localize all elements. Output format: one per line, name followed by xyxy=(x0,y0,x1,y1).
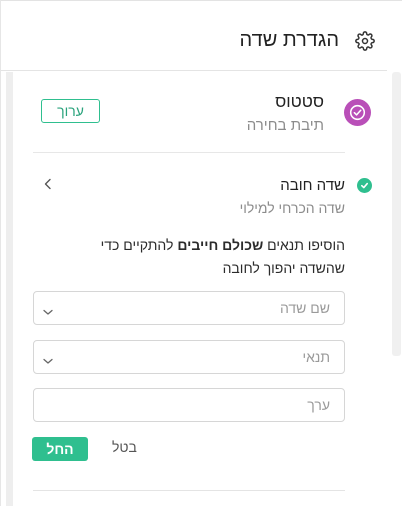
scrollbar-thumb[interactable] xyxy=(392,72,401,356)
conditions-instructions: הוסיפו תנאים שכולם חייבים להתקיים כדי שה… xyxy=(55,234,345,280)
panel-header: הגדרת שדה xyxy=(1,1,387,70)
required-field-title: שדה חובה xyxy=(280,177,345,194)
panel-content: סטטוס תיבת בחירה ערוך שדה חובה שדה הכרחי… xyxy=(13,71,388,506)
instructions-text-start: הוסיפו תנאים xyxy=(263,237,345,253)
page-title: הגדרת שדה xyxy=(239,29,339,51)
check-circle-icon xyxy=(344,99,371,126)
status-field-title: סטטוס xyxy=(275,92,324,111)
left-scroll-strip xyxy=(6,72,13,506)
cancel-button[interactable]: בטל xyxy=(112,439,137,455)
status-field-type: תיבת בחירה xyxy=(246,117,324,134)
edit-button[interactable]: ערוך xyxy=(41,99,100,123)
chevron-down-icon xyxy=(42,304,54,315)
gear-icon[interactable] xyxy=(355,31,375,51)
frame-left-border xyxy=(0,0,1,506)
check-icon xyxy=(357,178,372,193)
instructions-emphasis: שכולם חייבים xyxy=(177,237,264,253)
condition-select-placeholder: תנאי xyxy=(302,349,330,365)
condition-select[interactable]: תנאי xyxy=(33,340,345,374)
section-divider xyxy=(33,152,345,153)
required-field-subtitle: שדה הכרחי למילוי xyxy=(239,200,345,216)
value-input[interactable] xyxy=(33,388,345,422)
field-name-select[interactable]: שם שדה xyxy=(33,291,345,325)
section-divider xyxy=(33,490,345,491)
field-name-select-placeholder: שם שדה xyxy=(279,300,330,316)
chevron-down-icon xyxy=(42,353,54,364)
chevron-left-icon[interactable] xyxy=(41,177,55,191)
apply-button[interactable]: החל xyxy=(32,437,88,461)
